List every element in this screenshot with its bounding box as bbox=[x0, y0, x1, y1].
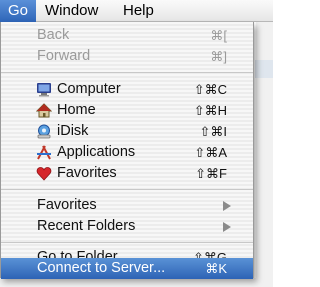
menu-item-favorites[interactable]: Favorites ⇧⌘F bbox=[1, 163, 253, 184]
menu-item-label: Favorites bbox=[57, 165, 117, 181]
menu-item-label: Home bbox=[57, 102, 96, 118]
menu-item-shortcut: ⌘[ bbox=[210, 28, 227, 43]
menu-item-computer[interactable]: Computer ⇧⌘C bbox=[1, 79, 253, 100]
menu-item-back[interactable]: Back ⌘[ bbox=[1, 25, 253, 46]
menu-item-shortcut: ⌘] bbox=[210, 49, 227, 64]
applications-icon bbox=[36, 145, 52, 160]
screenshot-frame: Go Window Help Back ⌘[ Forward ⌘] Comput… bbox=[0, 0, 273, 287]
menu-separator bbox=[1, 72, 253, 73]
menu-item-forward[interactable]: Forward ⌘] bbox=[1, 46, 253, 67]
menu-item-shortcut: ⇧⌘A bbox=[194, 145, 227, 160]
menu-item-shortcut: ⇧⌘H bbox=[193, 103, 227, 118]
menu-item-label: Recent Folders bbox=[37, 218, 136, 234]
menu-separator bbox=[1, 242, 253, 243]
background-window-bottom bbox=[0, 278, 273, 287]
menu-item-home[interactable]: Home ⇧⌘H bbox=[1, 100, 253, 121]
menu-item-label: Connect to Server... bbox=[37, 260, 166, 276]
submenu-arrow-icon bbox=[223, 222, 231, 232]
menu-window[interactable]: Window bbox=[45, 0, 98, 22]
menu-bar: Go Window Help bbox=[0, 0, 273, 22]
background-window-strip bbox=[255, 60, 273, 78]
menu-item-label: Back bbox=[37, 27, 70, 43]
menu-item-shortcut: ⇧⌘I bbox=[199, 124, 227, 139]
menu-item-shortcut: ⇧⌘F bbox=[195, 166, 227, 181]
menu-go[interactable]: Go bbox=[0, 0, 37, 22]
menu-item-label: Forward bbox=[37, 48, 91, 64]
menu-item-label: Favorites bbox=[37, 197, 97, 213]
menu-item-favorites-submenu[interactable]: Favorites bbox=[1, 195, 253, 216]
menu-item-connect-to-server[interactable]: Connect to Server... ⌘K bbox=[1, 258, 253, 279]
go-menu-dropdown: Back ⌘[ Forward ⌘] Computer ⇧⌘C Home ⇧⌘H… bbox=[0, 22, 254, 279]
idisk-icon bbox=[36, 124, 52, 139]
menu-separator bbox=[1, 189, 253, 190]
menu-item-recent-folders[interactable]: Recent Folders bbox=[1, 216, 253, 237]
home-icon bbox=[36, 103, 52, 118]
submenu-arrow-icon bbox=[223, 201, 231, 211]
menu-item-applications[interactable]: Applications ⇧⌘A bbox=[1, 142, 253, 163]
menu-item-idisk[interactable]: iDisk ⇧⌘I bbox=[1, 121, 253, 142]
menu-item-label: Computer bbox=[57, 81, 121, 97]
menu-item-shortcut: ⌘K bbox=[205, 261, 227, 276]
menu-help[interactable]: Help bbox=[123, 0, 154, 22]
menu-item-label: iDisk bbox=[57, 123, 89, 139]
computer-icon bbox=[36, 82, 52, 97]
menu-item-label: Applications bbox=[57, 144, 136, 160]
heart-icon bbox=[36, 166, 52, 181]
menu-item-shortcut: ⇧⌘C bbox=[193, 82, 227, 97]
